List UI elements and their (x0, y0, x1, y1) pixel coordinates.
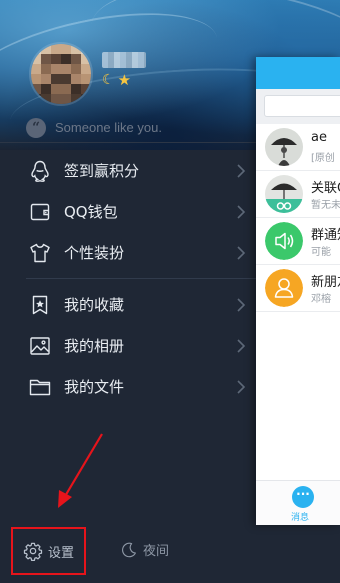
menu-divider (26, 278, 258, 279)
search-input[interactable] (264, 95, 340, 117)
umbrella-person-icon (265, 128, 303, 166)
speaker-icon (265, 222, 303, 260)
quote-icon: “ (26, 117, 46, 138)
chat-row[interactable]: ae [原创 (256, 124, 340, 171)
avatar-pixel (71, 64, 81, 74)
menu-item-checkin[interactable]: 签到赢积分 (0, 150, 258, 191)
umbrella-link-icon (265, 175, 303, 213)
settings-label: 设置 (48, 545, 75, 561)
signature-text: Someone like you. (55, 120, 162, 135)
chat-name: ae (311, 130, 327, 145)
moon-icon (122, 542, 136, 557)
level-badges[interactable]: ☾ ★ (102, 72, 131, 88)
settings-button[interactable]: 设置 (11, 527, 86, 575)
chat-preview: [原创 (311, 153, 335, 164)
tshirt-icon (28, 241, 52, 265)
avatar-pixel (71, 84, 81, 94)
avatar-pixel (81, 64, 91, 74)
avatar-pixel (31, 74, 41, 84)
night-mode-button[interactable]: 夜间 (120, 540, 169, 559)
photo-icon (28, 334, 52, 358)
avatar-pixel (51, 94, 61, 104)
chat-row[interactable]: 新朋友 邓榕 (256, 265, 340, 312)
chat-name: 群通知 (311, 228, 340, 243)
chevron-right-icon (234, 245, 248, 261)
tab-messages[interactable]: ··· 消息 (290, 486, 316, 523)
menu-item-personalize[interactable]: 个性装扮 (0, 232, 258, 273)
avatar-pixel (61, 84, 71, 94)
avatar[interactable] (29, 42, 93, 106)
chat-bubble-icon: ··· (292, 486, 314, 508)
menu-item-label: 我的文件 (64, 378, 125, 396)
avatar-pixel (41, 64, 51, 74)
chat-preview: 邓榕 (311, 294, 331, 305)
star-icon: ★ (117, 71, 132, 89)
chat-list-panel[interactable]: ae [原创 关联Q 暂无未 群通知 可能 (256, 57, 340, 525)
avatar-pixel (51, 84, 61, 94)
folder-icon (28, 375, 52, 399)
chat-preview: 暂无未 (311, 200, 340, 211)
avatar-pixel (41, 84, 51, 94)
avatar-pixel (61, 44, 71, 54)
avatar-pixel (51, 54, 61, 64)
menu-item-label: 签到赢积分 (64, 162, 140, 180)
avatar-pixel (41, 54, 51, 64)
chat-row[interactable]: 关联Q 暂无未 (256, 171, 340, 218)
bookmark-star-icon (28, 293, 52, 317)
avatar-pixel (31, 64, 41, 74)
avatar-pixel (61, 74, 71, 84)
menu-item-label: 我的相册 (64, 337, 125, 355)
menu-item-favorites[interactable]: 我的收藏 (0, 284, 258, 325)
avatar-pixel (41, 74, 51, 84)
night-label: 夜间 (143, 544, 170, 559)
avatar-pixel (71, 54, 81, 64)
person-icon (265, 269, 303, 307)
menu-item-wallet[interactable]: QQ钱包 (0, 191, 258, 232)
wallet-icon (28, 200, 52, 224)
avatar-pixel (51, 44, 61, 54)
nickname-blurred[interactable] (102, 52, 146, 68)
chevron-right-icon (234, 163, 248, 179)
avatar-pixel (71, 74, 81, 84)
menu-item-files[interactable]: 我的文件 (0, 366, 258, 407)
panel-tabbar: ··· 消息 (256, 480, 340, 525)
avatar-pixel (81, 74, 91, 84)
menu-item-album[interactable]: 我的相册 (0, 325, 258, 366)
tab-messages-label: 消息 (290, 513, 309, 523)
moon-icon: ☾ (102, 72, 115, 88)
chat-name: 新朋友 (311, 275, 340, 290)
menu-item-label: QQ钱包 (64, 203, 118, 221)
chevron-right-icon (234, 297, 248, 313)
chevron-right-icon (234, 379, 248, 395)
avatar-pixel (61, 54, 71, 64)
avatar-pixel (51, 74, 61, 84)
avatar-pixel (51, 64, 61, 74)
avatar-pixel (61, 94, 71, 104)
panel-titlebar (256, 57, 340, 89)
chat-row[interactable]: 群通知 可能 (256, 218, 340, 265)
chat-name: 关联Q (311, 181, 340, 196)
penguin-icon (28, 159, 52, 183)
gear-icon (23, 542, 43, 561)
avatar-pixel (61, 64, 71, 74)
menu-item-label: 我的收藏 (64, 296, 125, 314)
chevron-right-icon (234, 204, 248, 220)
menu-item-label: 个性装扮 (64, 244, 125, 262)
search-bar[interactable] (256, 89, 340, 124)
chat-preview: 可能 (311, 247, 331, 258)
drawer-bottom-bar: 设置 夜间 (0, 522, 258, 583)
chevron-right-icon (234, 338, 248, 354)
